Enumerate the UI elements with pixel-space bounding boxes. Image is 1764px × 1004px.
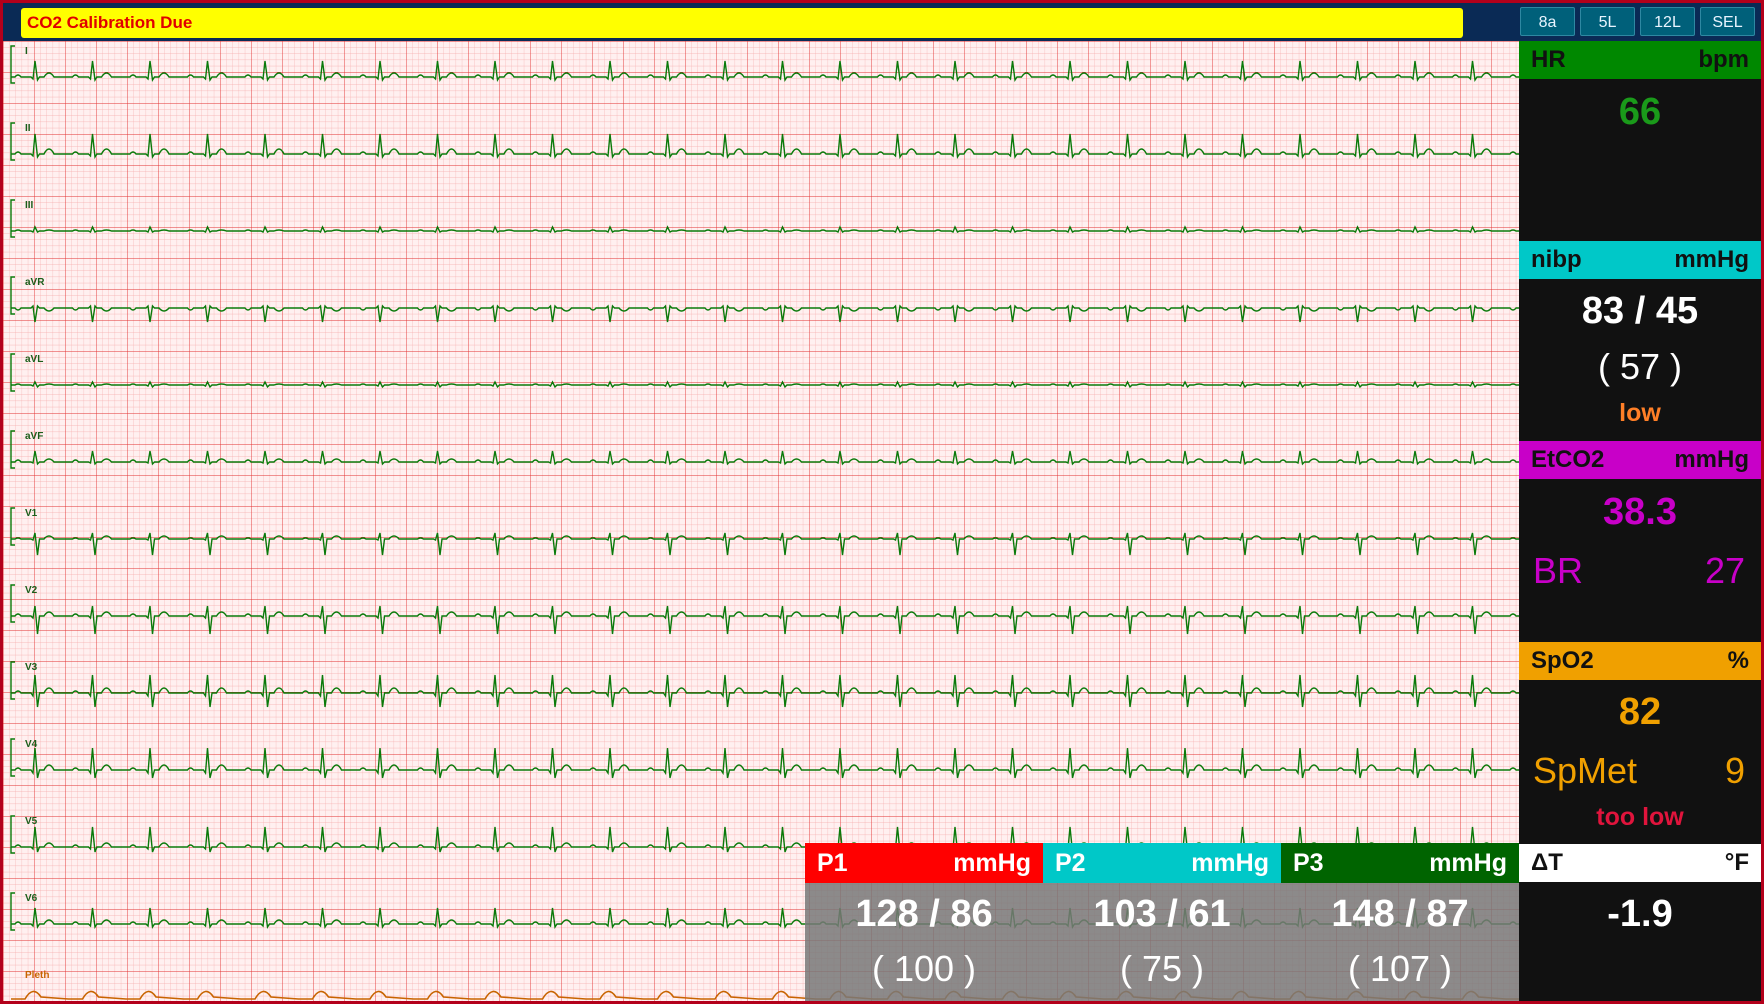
br-label: BR xyxy=(1533,550,1584,591)
etco2-unit: mmHg xyxy=(1674,446,1749,473)
p3-mean: ( 107 ) xyxy=(1347,948,1453,989)
lead-label-v2: V2 xyxy=(25,585,38,596)
lead-label-avr: aVR xyxy=(25,277,45,288)
spo2-value: 82 xyxy=(1618,691,1662,733)
nibp-unit: mmHg xyxy=(1674,246,1749,273)
p2-header[interactable]: P2 mmHg xyxy=(1043,843,1281,883)
top-bar: CO2 Calibration Due 8a 5L 12L SEL xyxy=(3,3,1761,41)
hr-label: HR xyxy=(1531,46,1566,73)
lead-select-button[interactable]: SEL xyxy=(1700,7,1755,36)
lead-label-ii: II xyxy=(25,123,31,134)
nibp-status: low xyxy=(1619,399,1661,427)
p1-label: P1 xyxy=(817,849,848,877)
lead-label-avl: aVL xyxy=(25,354,44,365)
lead-mode-12l-button[interactable]: 12L xyxy=(1640,7,1695,36)
delta-temp-label: ΔT xyxy=(1531,849,1563,876)
p2-label: P2 xyxy=(1055,849,1086,877)
nibp-label: nibp xyxy=(1531,246,1582,273)
delta-temp-value: -1.9 xyxy=(1607,893,1673,935)
vitals-panel: HR bpm 66 nibp mmHg 83 / 45 ( 57 ) low E… xyxy=(1519,41,1761,1001)
nibp-mean: ( 57 ) xyxy=(1597,346,1683,387)
alarm-banner[interactable]: CO2 Calibration Due xyxy=(21,8,1463,38)
spmet-value: 9 xyxy=(1724,750,1745,791)
p3-label: P3 xyxy=(1293,849,1324,877)
p3-value: 148 / 87 xyxy=(1331,893,1469,935)
lead-label-v3: V3 xyxy=(25,662,38,673)
spmet-label: SpMet xyxy=(1533,750,1638,791)
p1-mean: ( 100 ) xyxy=(871,948,977,989)
delta-temp-header[interactable]: ΔT °F xyxy=(1519,844,1761,882)
lead-label-v1: V1 xyxy=(25,508,38,519)
delta-temp-unit: °F xyxy=(1724,849,1749,876)
p1-header[interactable]: P1 mmHg xyxy=(805,843,1043,883)
p3-unit: mmHg xyxy=(1429,849,1507,877)
nibp-header[interactable]: nibp mmHg xyxy=(1519,241,1761,279)
lead-label-iii: III xyxy=(25,200,34,211)
lead-mode-5l-button[interactable]: 5L xyxy=(1580,7,1635,36)
lead-label-v5: V5 xyxy=(25,816,38,827)
spo2-status: too low xyxy=(1596,803,1684,831)
p2-value: 103 / 61 xyxy=(1093,893,1231,935)
spo2-label: SpO2 xyxy=(1531,647,1594,674)
lead-label-v6: V6 xyxy=(25,893,38,904)
spo2-header[interactable]: SpO2 % xyxy=(1519,642,1761,680)
p2-mean: ( 75 ) xyxy=(1119,948,1205,989)
invasive-pressure-box: P1 mmHg P2 mmHg P3 mmHg 128 / 86 103 / 6… xyxy=(805,843,1519,1001)
etco2-header[interactable]: EtCO2 mmHg xyxy=(1519,441,1761,479)
br-value: 27 xyxy=(1704,550,1745,591)
nibp-value: 83 / 45 xyxy=(1581,290,1699,332)
lead-label-avf: aVF xyxy=(25,431,44,442)
etco2-label: EtCO2 xyxy=(1531,446,1605,473)
lead-label-pleth: Pleth xyxy=(25,970,50,981)
etco2-value: 38.3 xyxy=(1603,491,1677,533)
hr-header[interactable]: HR bpm xyxy=(1519,41,1761,79)
hr-unit: bpm xyxy=(1698,46,1749,73)
lead-label-i: I xyxy=(25,46,28,57)
p1-value: 128 / 86 xyxy=(855,893,993,935)
p3-header[interactable]: P3 mmHg xyxy=(1281,843,1519,883)
p1-unit: mmHg xyxy=(953,849,1031,877)
p2-unit: mmHg xyxy=(1191,849,1269,877)
lead-label-v4: V4 xyxy=(25,739,38,750)
hr-value: 66 xyxy=(1618,91,1662,133)
spo2-unit: % xyxy=(1727,647,1749,674)
lead-mode-8a-button[interactable]: 8a xyxy=(1520,7,1575,36)
